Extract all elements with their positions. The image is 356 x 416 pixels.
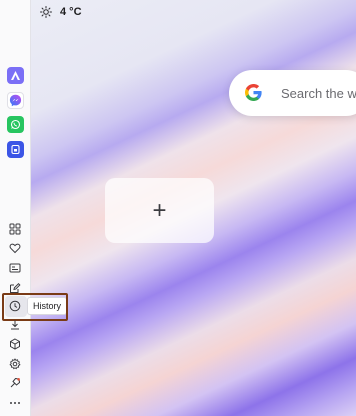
sun-icon [40, 6, 52, 18]
sidebar-item-performance[interactable] [8, 376, 22, 390]
weather-widget[interactable]: 4 °C [40, 5, 82, 19]
whatsapp-icon [10, 119, 21, 130]
sidebar-app-designer[interactable] [7, 67, 24, 84]
google-icon [245, 84, 262, 101]
plus-icon: + [152, 196, 167, 224]
search-input[interactable]: Search the we [281, 86, 356, 101]
sidebar-item-downloads[interactable] [8, 318, 22, 332]
sidebar-item-favorites[interactable] [8, 241, 22, 255]
collections-icon [9, 263, 21, 273]
cube-icon [10, 338, 20, 350]
sidebar-item-more[interactable] [8, 396, 22, 410]
grid-icon [9, 223, 21, 235]
add-shortcut-tile[interactable]: + [105, 178, 214, 243]
app-shortcut-icon [11, 144, 20, 155]
sidebar-app-messenger[interactable] [7, 92, 24, 109]
sidebar-item-collections[interactable] [8, 261, 22, 275]
messenger-icon [9, 94, 22, 107]
search-box[interactable]: Search the we [229, 70, 356, 116]
performance-icon [10, 377, 21, 388]
sidebar-item-settings[interactable] [8, 357, 22, 371]
sidebar-item-extensions[interactable] [8, 337, 22, 351]
sidebar-app-whatsapp[interactable] [7, 116, 24, 133]
sidebar [0, 0, 31, 416]
download-icon [11, 320, 19, 330]
gear-icon [9, 358, 21, 370]
history-selection-outline [2, 293, 68, 321]
temperature: 4 °C [60, 6, 82, 18]
designer-icon [11, 71, 20, 80]
more-icon [10, 402, 20, 404]
sidebar-item-apps[interactable] [8, 222, 22, 236]
heart-icon [9, 243, 21, 254]
sidebar-app-shortcut[interactable] [7, 141, 24, 158]
